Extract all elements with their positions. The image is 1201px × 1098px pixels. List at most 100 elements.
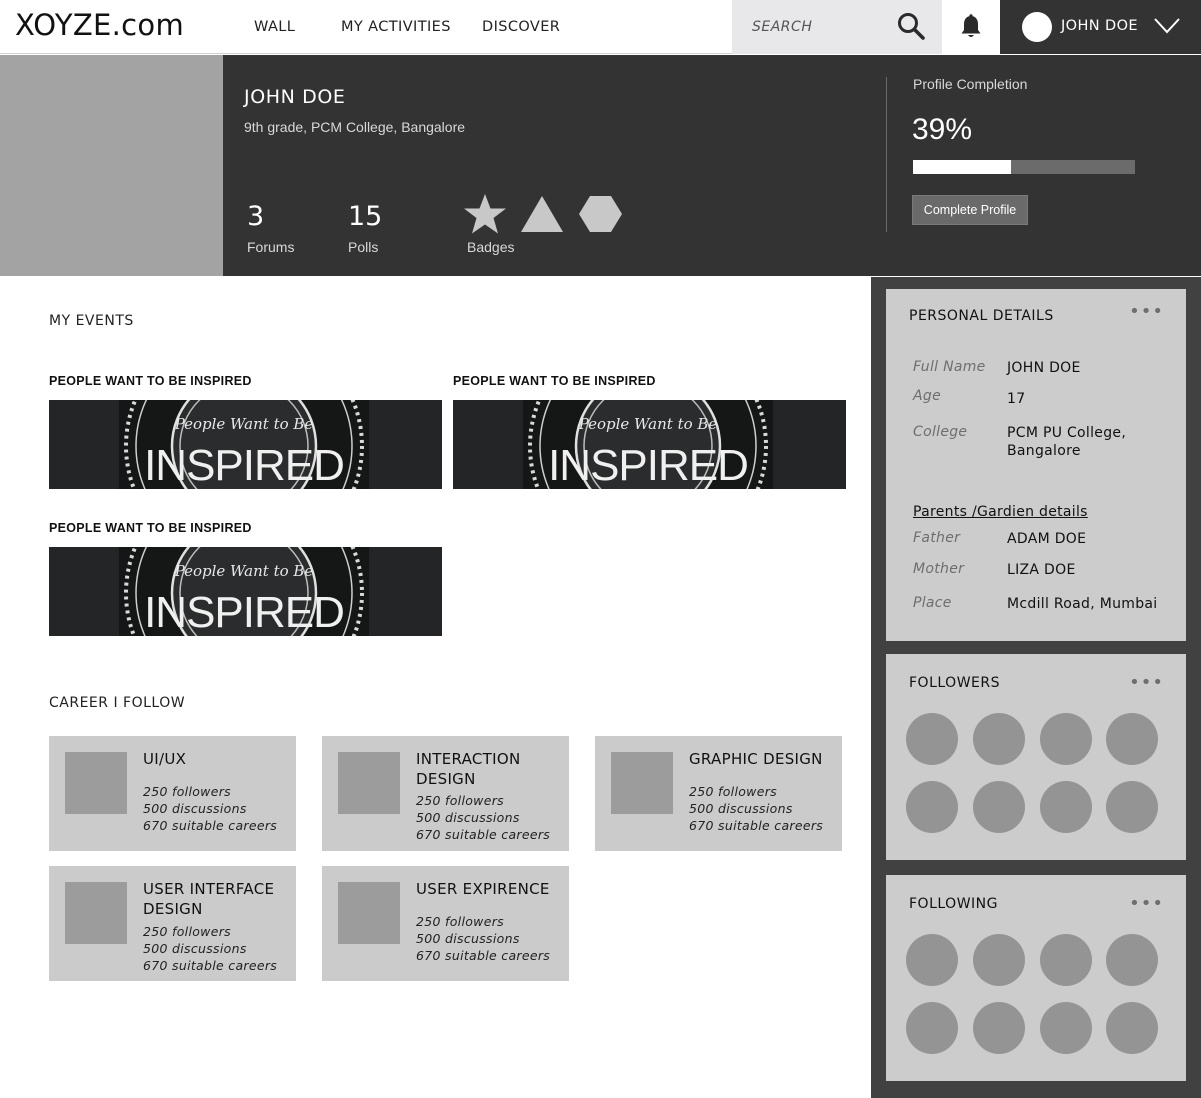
following-avatar[interactable] <box>906 1002 958 1054</box>
career-card[interactable]: USER INTERFACE DESIGN 250 followers 500 … <box>49 866 296 981</box>
career-card[interactable]: INTERACTION DESIGN 250 followers 500 dis… <box>322 736 569 851</box>
search-box <box>732 0 942 54</box>
career-suitable-careers: 670 suitable careers <box>143 818 278 833</box>
career-followers: 250 followers <box>416 914 504 929</box>
career-discussions: 500 discussions <box>143 941 247 956</box>
complete-profile-button[interactable]: Complete Profile <box>912 195 1028 225</box>
career-discussions: 500 discussions <box>416 810 520 825</box>
career-card[interactable]: USER EXPIRENCE 250 followers 500 discuss… <box>322 866 569 981</box>
more-options-icon[interactable]: ••• <box>1129 895 1164 913</box>
career-suitable-careers: 670 suitable careers <box>143 958 278 973</box>
follower-avatar[interactable] <box>906 781 958 833</box>
follower-avatar[interactable] <box>973 781 1025 833</box>
career-title: USER EXPIRENCE <box>416 880 550 898</box>
age-label: Age <box>913 388 941 404</box>
more-options-icon[interactable]: ••• <box>1129 674 1164 692</box>
event-card[interactable]: PEOPLE WANT TO BE INSPIRED People Want t… <box>49 374 442 489</box>
career-thumbnail <box>65 752 127 814</box>
forums-count[interactable]: 3 <box>247 201 264 232</box>
event-banner[interactable]: People Want to Be INSPIRED <box>49 400 442 489</box>
top-navigation: XOYZE.com WALL MY ACTIVITIES DISCOVER JO… <box>0 0 1201 54</box>
career-followers: 250 followers <box>416 793 504 808</box>
father-label: Father <box>913 530 961 546</box>
event-banner[interactable]: People Want to Be INSPIRED <box>453 400 846 489</box>
following-title: FOLLOWING <box>909 896 998 912</box>
event-banner[interactable]: People Want to Be INSPIRED <box>49 547 442 636</box>
following-avatar[interactable] <box>1106 1002 1158 1054</box>
following-avatar[interactable] <box>1040 934 1092 986</box>
more-options-icon[interactable]: ••• <box>1129 303 1164 321</box>
follower-avatar[interactable] <box>906 713 958 765</box>
nav-discover[interactable]: DISCOVER <box>482 19 560 35</box>
place-value: Mcdill Road, Mumbai <box>1007 596 1158 612</box>
chevron-down-icon <box>1154 17 1180 39</box>
header-divider <box>886 77 887 232</box>
profile-photo[interactable] <box>0 55 223 276</box>
polls-count[interactable]: 15 <box>348 201 382 232</box>
right-sidebar: PERSONAL DETAILS ••• Full Name JOHN DOE … <box>871 277 1201 1098</box>
nav-my-activities[interactable]: MY ACTIVITIES <box>341 19 451 35</box>
career-suitable-careers: 670 suitable careers <box>416 827 551 842</box>
career-discussions: 500 discussions <box>143 801 247 816</box>
profile-completion-percent: 39% <box>912 113 973 146</box>
follower-avatar[interactable] <box>1106 781 1158 833</box>
following-avatar[interactable] <box>973 1002 1025 1054</box>
forums-label: Forums <box>247 239 295 255</box>
star-badge-icon[interactable] <box>463 193 507 239</box>
career-follow-title: CAREER I FOLLOW <box>49 695 186 711</box>
career-card[interactable]: GRAPHIC DESIGN 250 followers 500 discuss… <box>595 736 842 851</box>
user-menu[interactable]: JOHN DOE <box>1000 0 1201 54</box>
career-suitable-careers: 670 suitable careers <box>689 818 824 833</box>
following-avatar[interactable] <box>1106 934 1158 986</box>
career-card[interactable]: UI/UX 250 followers 500 discussions 670 … <box>49 736 296 851</box>
follower-avatar[interactable] <box>1040 781 1092 833</box>
profile-subtitle: 9th grade, PCM College, Bangalore <box>244 119 466 135</box>
career-title: UI/UX <box>143 750 187 768</box>
college-value: PCM PU College, Bangalore <box>1007 425 1127 459</box>
career-suitable-careers: 670 suitable careers <box>416 948 551 963</box>
profile-name: JOHN DOE <box>244 86 346 108</box>
badges-label: Badges <box>467 239 515 255</box>
event-card[interactable]: PEOPLE WANT TO BE INSPIRED People Want t… <box>49 521 442 636</box>
site-logo[interactable]: XOYZE.com <box>15 8 184 42</box>
svg-text:People Want to Be: People Want to Be <box>174 415 314 433</box>
career-thumbnail <box>65 882 127 944</box>
inspired-banner-image: People Want to Be INSPIRED <box>523 400 773 489</box>
mother-value: LIZA DOE <box>1007 562 1076 578</box>
full-name-value: JOHN DOE <box>1007 360 1081 376</box>
event-card[interactable]: PEOPLE WANT TO BE INSPIRED People Want t… <box>453 374 846 489</box>
following-avatar[interactable] <box>906 934 958 986</box>
follower-avatar[interactable] <box>1106 713 1158 765</box>
search-icon[interactable] <box>896 11 926 41</box>
age-value: 17 <box>1007 391 1026 407</box>
place-label: Place <box>913 595 952 611</box>
search-input[interactable] <box>752 16 902 38</box>
parents-details-link[interactable]: Parents /Gardien details <box>913 504 1088 520</box>
nav-wall[interactable]: WALL <box>254 19 295 35</box>
notifications-button[interactable] <box>942 0 1000 54</box>
triangle-badge-icon[interactable] <box>521 193 565 239</box>
avatar <box>1022 12 1052 42</box>
career-followers: 250 followers <box>143 784 231 799</box>
svg-text:INSPIRED: INSPIRED <box>144 441 344 489</box>
follower-avatar[interactable] <box>1040 713 1092 765</box>
user-name: JOHN DOE <box>1061 18 1138 34</box>
career-thumbnail <box>338 752 400 814</box>
follower-avatar[interactable] <box>973 713 1025 765</box>
career-followers: 250 followers <box>143 924 231 939</box>
inspired-banner-image: People Want to Be INSPIRED <box>119 547 369 636</box>
svg-text:People Want to Be: People Want to Be <box>578 415 718 433</box>
profile-completion-bar <box>913 160 1135 174</box>
following-avatar[interactable] <box>1040 1002 1092 1054</box>
inspired-banner-image: People Want to Be INSPIRED <box>119 400 369 489</box>
profile-completion-fill <box>913 160 1011 174</box>
followers-panel: FOLLOWERS ••• <box>886 654 1186 860</box>
bell-icon <box>961 14 981 37</box>
career-discussions: 500 discussions <box>416 931 520 946</box>
following-avatar[interactable] <box>973 934 1025 986</box>
career-discussions: 500 discussions <box>689 801 793 816</box>
father-value: ADAM DOE <box>1007 531 1087 547</box>
my-events-title: MY EVENTS <box>49 313 134 329</box>
full-name-label: Full Name <box>913 359 986 375</box>
hexagon-badge-icon[interactable] <box>578 193 624 239</box>
